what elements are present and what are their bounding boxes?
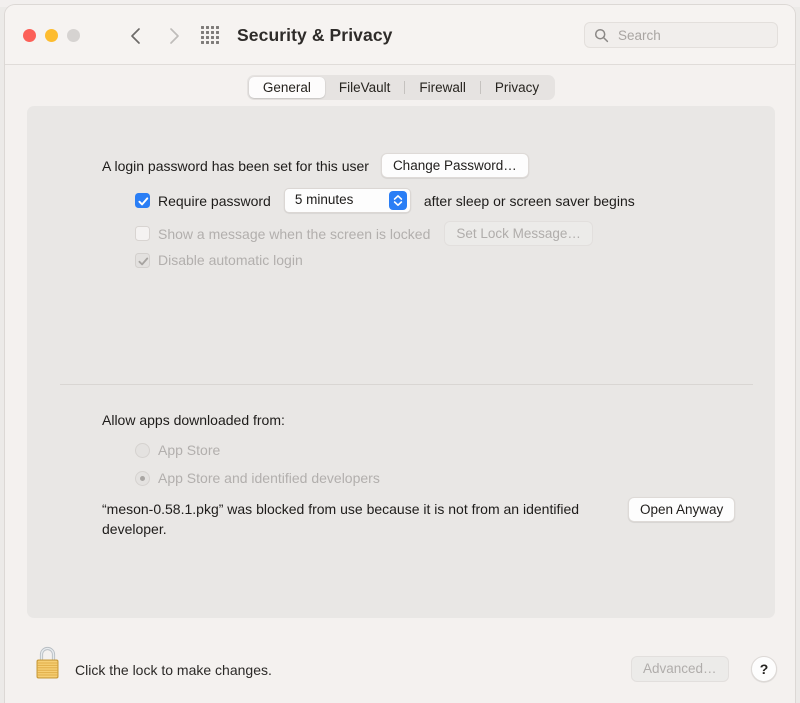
stepper-chevrons-icon[interactable] xyxy=(388,191,407,210)
allow-apps-option-identified-developers: App Store and identified developers xyxy=(135,470,380,486)
general-settings-panel: A login password has been set for this u… xyxy=(27,106,775,618)
close-button[interactable] xyxy=(23,29,36,42)
tab-privacy[interactable]: Privacy xyxy=(481,77,553,98)
disable-automatic-login-row: Disable automatic login xyxy=(135,252,303,268)
require-password-interval-select[interactable]: 5 minutes xyxy=(283,188,411,213)
set-lock-message-button: Set Lock Message… xyxy=(444,221,593,246)
require-password-label: Require password xyxy=(158,192,271,209)
identified-developers-radio-label: App Store and identified developers xyxy=(158,470,380,486)
login-password-label: A login password has been set for this u… xyxy=(102,157,369,174)
show-lock-message-label: Show a message when the screen is locked xyxy=(158,225,431,242)
search-icon xyxy=(594,28,609,43)
disable-automatic-login-label: Disable automatic login xyxy=(158,252,303,268)
tab-filevault[interactable]: FileVault xyxy=(325,77,405,98)
identified-developers-radio xyxy=(135,470,150,486)
window-toolbar: Security & Privacy xyxy=(5,5,795,65)
require-password-row: Require password 5 minutes after sleep o… xyxy=(135,188,635,213)
show-all-grid-icon[interactable] xyxy=(201,26,223,46)
tab-privacy-label: Privacy xyxy=(494,79,540,95)
search-field[interactable] xyxy=(584,22,778,48)
tab-firewall[interactable]: Firewall xyxy=(405,77,480,98)
radio-selected-dot xyxy=(140,475,145,481)
app-store-radio xyxy=(135,442,150,458)
change-password-button[interactable]: Change Password… xyxy=(380,153,529,178)
advanced-button: Advanced… xyxy=(631,656,729,682)
window-title: Security & Privacy xyxy=(237,25,393,45)
open-anyway-button[interactable]: Open Anyway xyxy=(628,497,736,522)
window-footer: Click the lock to make changes. Advanced… xyxy=(5,618,795,703)
tab-general[interactable]: General xyxy=(248,76,325,98)
tab-group: General FileVault Firewall Privacy xyxy=(246,74,556,100)
show-lock-message-row: Show a message when the screen is locked… xyxy=(135,221,593,246)
app-store-radio-label: App Store xyxy=(158,442,221,458)
show-lock-message-checkbox xyxy=(135,226,150,241)
allow-apps-option-app-store: App Store xyxy=(135,442,220,458)
require-password-interval-value: 5 minutes xyxy=(294,192,354,207)
blocked-app-message: “meson-0.58.1.pkg” was blocked from use … xyxy=(102,501,580,537)
minimize-button[interactable] xyxy=(45,29,58,42)
zoom-button xyxy=(67,29,80,42)
section-divider xyxy=(60,384,753,385)
tab-bar: General FileVault Firewall Privacy xyxy=(5,64,795,110)
help-button[interactable]: ? xyxy=(751,656,777,682)
require-password-suffix-label: after sleep or screen saver begins xyxy=(423,192,635,209)
require-password-checkbox[interactable] xyxy=(135,193,150,208)
back-chevron-icon[interactable] xyxy=(123,21,149,51)
allow-apps-label: Allow apps downloaded from: xyxy=(102,412,285,428)
system-preferences-window: Security & Privacy General FileVault Fir… xyxy=(4,4,796,703)
closed-padlock-icon[interactable] xyxy=(32,644,63,681)
forward-chevron-icon xyxy=(161,21,187,51)
tab-firewall-label: Firewall xyxy=(419,79,466,95)
tab-filevault-label: FileVault xyxy=(338,79,391,95)
disable-automatic-login-checkbox xyxy=(135,252,150,268)
tab-general-label: General xyxy=(262,79,311,95)
search-input[interactable] xyxy=(616,23,771,47)
lock-hint-text: Click the lock to make changes. xyxy=(75,662,272,678)
login-password-row: A login password has been set for this u… xyxy=(102,153,529,178)
